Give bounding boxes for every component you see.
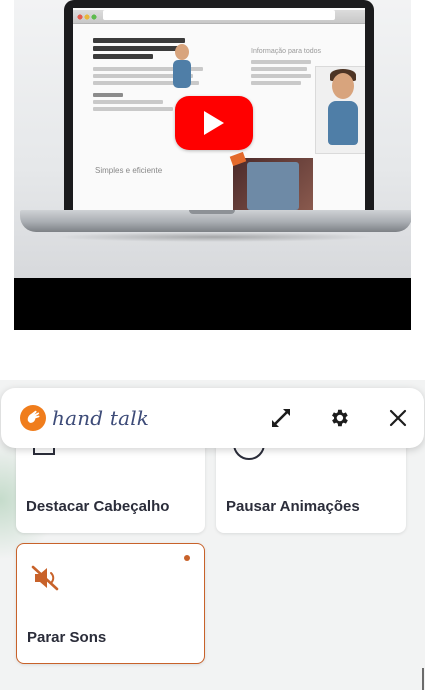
scrollbar-edge: [422, 668, 424, 690]
settings-button[interactable]: [324, 403, 354, 433]
option-label: Parar Sons: [27, 629, 107, 646]
browser-toolbar: [73, 10, 365, 24]
mute-icon: [31, 565, 59, 591]
active-indicator: [184, 555, 190, 561]
option-card-pause-animations[interactable]: Pausar Animações: [216, 440, 406, 533]
video-letterbox: [14, 278, 411, 330]
play-button[interactable]: [175, 96, 253, 150]
close-icon: [389, 409, 407, 427]
option-card-highlight-headings[interactable]: Destacar Cabeçalho: [16, 440, 205, 533]
expand-icon: [272, 409, 290, 427]
video-thumbnail: [229, 151, 313, 210]
option-label: Destacar Cabeçalho: [26, 498, 170, 515]
option-card-stop-sounds[interactable]: Parar Sons: [16, 543, 205, 664]
laptop-shadow: [54, 232, 374, 242]
option-label: Pausar Animações: [226, 498, 360, 515]
laptop-notch: [189, 210, 235, 214]
options-grid: Destacar Cabeçalho Pausar Animações Para…: [0, 440, 425, 690]
play-icon: [204, 111, 224, 135]
expand-button[interactable]: [266, 403, 296, 433]
screen-subheading: Simples e eficiente: [95, 166, 163, 175]
gear-icon: [332, 409, 348, 427]
video-player[interactable]: Informação para todos Simples e eficient…: [14, 0, 411, 330]
hand-talk-logo: hand talk: [20, 404, 149, 432]
avatar-panel: [315, 66, 365, 154]
brand-name: hand talk: [52, 406, 150, 430]
avatar-figure: [169, 44, 195, 90]
hand-logo-icon: [20, 405, 46, 431]
widget-header: hand talk: [1, 388, 424, 448]
close-button[interactable]: [383, 403, 413, 433]
